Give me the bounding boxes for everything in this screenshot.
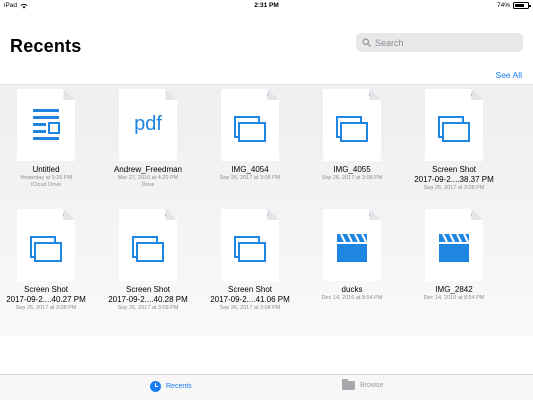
file-date: Yesterday at 5:26 PM	[19, 175, 73, 181]
file-date: Sep 26, 2017 at 3:08 PM	[219, 305, 281, 311]
file-location: Drive	[141, 182, 155, 188]
file-item[interactable]: Screen Shot 2017-09-2....40.27 PM Sep 26, …	[0, 209, 96, 312]
cloud-download-icon[interactable]	[369, 91, 378, 100]
tab-bar: Recents Browse	[0, 374, 533, 400]
file-location: iCloud Drive	[31, 182, 61, 188]
file-date: Sep 26, 2017 at 3:08 PM	[321, 175, 383, 181]
image-stack-icon	[438, 116, 470, 142]
file-thumbnail	[17, 89, 75, 161]
battery-icon	[513, 2, 531, 9]
image-stack-icon	[132, 236, 164, 262]
cloud-download-icon[interactable]	[369, 211, 378, 220]
file-item[interactable]: IMG_2842 Dec 14, 2016 at 8:54 PM	[404, 209, 504, 302]
file-thumbnail	[425, 209, 483, 281]
file-date: Mar 27, 2016 at 4:20 PM	[117, 175, 179, 181]
file-thumbnail	[221, 209, 279, 281]
file-item[interactable]: Screen Shot 2017-09-2....41.06 PM Sep 26, …	[200, 209, 300, 312]
file-name: IMG_4055	[333, 165, 371, 174]
image-stack-icon	[234, 236, 266, 262]
file-thumbnail: pdf	[119, 89, 177, 161]
cloud-download-icon[interactable]	[471, 91, 480, 100]
file-thumbnail	[425, 89, 483, 161]
file-date: Dec 14, 2016 at 8:54 PM	[321, 295, 383, 301]
search-icon	[362, 38, 371, 47]
image-stack-icon	[336, 116, 368, 142]
battery-fill	[515, 4, 524, 7]
cloud-download-icon[interactable]	[165, 211, 174, 220]
file-thumbnail	[323, 89, 381, 161]
status-time: 2:31 PM	[254, 2, 279, 9]
file-name: Andrew_Freedman	[113, 165, 183, 174]
search-input[interactable]	[375, 37, 515, 48]
file-name: Screen Shot	[431, 165, 477, 174]
document-icon	[33, 109, 60, 140]
folder-icon	[342, 379, 355, 390]
file-name: ducks	[341, 285, 363, 294]
file-date: Sep 26, 2017 at 3:08 PM	[219, 175, 281, 181]
page-title: Recents	[10, 36, 82, 56]
image-stack-icon	[30, 236, 62, 262]
file-thumbnail	[119, 209, 177, 281]
file-name-line2: 2017-09-2....40.27 PM	[6, 295, 86, 304]
file-name: Screen Shot	[125, 285, 171, 294]
file-item[interactable]: ducks Dec 14, 2016 at 8:54 PM	[302, 209, 402, 302]
tab-browse[interactable]: Browse	[342, 379, 384, 390]
file-date: Sep 26, 2017 at 3:08 PM	[423, 185, 485, 191]
search-bar[interactable]	[356, 33, 523, 52]
file-item[interactable]: IMG_4055 Sep 26, 2017 at 3:08 PM	[302, 89, 402, 182]
file-name: Screen Shot	[227, 285, 273, 294]
cloud-download-icon[interactable]	[267, 91, 276, 100]
clock-icon	[150, 381, 161, 392]
file-item[interactable]: IMG_4054 Sep 26, 2017 at 3:08 PM	[200, 89, 300, 182]
image-stack-icon	[234, 116, 266, 142]
file-item[interactable]: Screen Shot 2017-09-2....38.37 PM Sep 26, …	[404, 89, 504, 192]
file-name-line2: 2017-09-2....41.06 PM	[210, 295, 290, 304]
file-date: Sep 26, 2017 at 3:08 PM	[117, 305, 179, 311]
file-name: IMG_4054	[231, 165, 269, 174]
cloud-download-icon[interactable]	[267, 211, 276, 220]
file-name-line2: 2017-09-2....40.28 PM	[108, 295, 188, 304]
pdf-label: pdf	[134, 113, 162, 135]
tab-recents[interactable]: Recents	[150, 381, 192, 392]
file-name-line2: 2017-09-2....38.37 PM	[414, 175, 494, 184]
file-thumbnail	[323, 209, 381, 281]
file-item[interactable]: Screen Shot 2017-09-2....40.28 PM Sep 26, …	[98, 209, 198, 312]
tab-browse-label: Browse	[360, 382, 384, 389]
clapperboard-icon	[337, 233, 367, 262]
see-all-link[interactable]: See All	[496, 70, 522, 80]
recents-grid: Untitled Yesterday at 5:26 PM iCloud Drive…	[0, 84, 533, 336]
file-name: Untitled	[32, 165, 60, 174]
file-item[interactable]: pdf Andrew_Freedman Mar 27, 2016 at 4:20 P…	[98, 89, 198, 189]
file-item[interactable]: Untitled Yesterday at 5:26 PM iCloud Drive	[0, 89, 96, 189]
tab-recents-label: Recents	[166, 383, 192, 390]
file-thumbnail	[221, 89, 279, 161]
status-bar: iPad 2:31 PM 74%	[0, 0, 533, 12]
file-date: Dec 14, 2016 at 8:54 PM	[423, 295, 485, 301]
battery-percent: 74%	[496, 2, 510, 9]
file-name: Screen Shot	[23, 285, 69, 294]
cloud-download-icon[interactable]	[471, 211, 480, 220]
status-right: 74%	[496, 2, 531, 9]
cloud-download-icon[interactable]	[63, 211, 72, 220]
clapperboard-icon	[439, 233, 469, 262]
file-thumbnail	[17, 209, 75, 281]
file-name: IMG_2842	[435, 285, 473, 294]
file-date: Sep 26, 2017 at 3:08 PM	[15, 305, 77, 311]
